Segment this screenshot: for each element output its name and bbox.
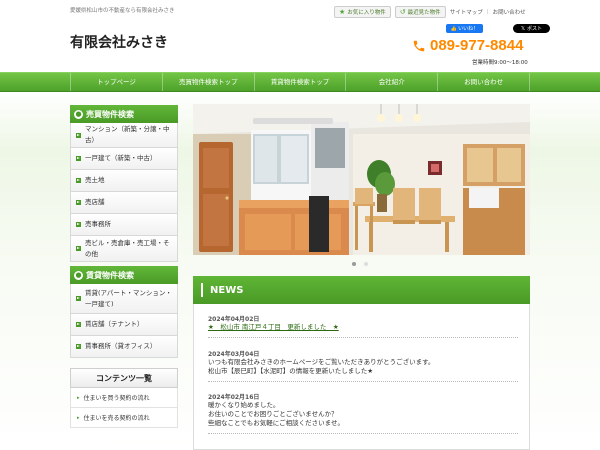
sidebar-item-house[interactable]: 一戸建て（新築・中古）	[70, 148, 178, 170]
news-item: 2024年03月04日 いつも有限会社みさきのホームページをご覧いただきありがと…	[208, 349, 518, 382]
favorites-button[interactable]: ★ お気に入り物件	[334, 6, 391, 18]
sitemap-link[interactable]: サイトマップ	[450, 8, 483, 16]
news-link[interactable]: ★ 松山市 南江戸４丁目 更新しました ★	[208, 323, 518, 332]
arrow-icon	[76, 156, 81, 161]
main-nav: トップページ 売買物件検索トップ 賃貸物件検索トップ 会社紹介 お問い合わせ	[0, 72, 600, 92]
sidebar-item-label: マンション（新築・分譲・中古）	[85, 125, 170, 144]
sidebar-item-label: 売事務所	[85, 220, 111, 228]
site-tagline: 愛媛県松山市の不動産なら有限会社みさき	[70, 8, 175, 14]
recent-button[interactable]: ↺ 最近見た物件	[394, 6, 446, 18]
news-title: NEWS	[210, 284, 244, 296]
arrow-icon	[76, 296, 81, 301]
arrow-icon	[76, 132, 81, 138]
phone-number[interactable]: 089-977-8844	[412, 37, 523, 54]
sidebar-item-building[interactable]: 売ビル・売倉庫・売工場・その他	[70, 236, 178, 262]
contact-link[interactable]: お問い合わせ	[493, 8, 526, 16]
nav-company[interactable]: 会社紹介	[345, 73, 437, 91]
rent-search-title: 賃貸物件検索	[86, 270, 134, 280]
rent-search-header: ● 賃貸物件検索	[70, 266, 178, 284]
sidebar-item-label: 賃店舗（テナント）	[85, 320, 144, 328]
social-buttons: 👍 いいね！ 𝕏 ポスト	[446, 24, 550, 33]
recent-label: 最近見た物件	[407, 10, 441, 16]
nav-rent-search[interactable]: 賃貸物件検索トップ	[253, 73, 346, 91]
slider-dot-active[interactable]	[352, 262, 356, 266]
news-text: 松山市【辰巳町】【水泥町】の情報を更新いたしました★	[208, 367, 374, 375]
hero-slider-image[interactable]	[193, 104, 530, 255]
sidebar-item-rental-housing[interactable]: 賃貸(アパート・マンション・一戸建て)	[70, 284, 178, 314]
arrow-icon	[76, 322, 81, 327]
news-header: NEWS	[193, 276, 530, 304]
arrow-icon	[76, 246, 81, 251]
arrow-icon	[76, 200, 81, 205]
sidebar-item-label: 賃貸(アパート・マンション・一戸建て)	[85, 288, 172, 308]
arrow-icon	[76, 178, 81, 183]
nav-top[interactable]: トップページ	[70, 73, 162, 91]
site-logo[interactable]: 有限会社みさき	[70, 32, 168, 52]
contents-header: コンテンツ一覧	[70, 368, 178, 388]
contents-item-label: 住まいを売る契約の流れ	[83, 415, 150, 422]
news-divider	[208, 381, 518, 382]
sale-search-header: ● 売買物件検索	[70, 105, 178, 123]
news-text: 些細なことでもお気軽にご相談くださいませ。	[208, 419, 344, 427]
news-date: 2024年02月16日	[208, 394, 260, 401]
search-icon: ●	[74, 109, 83, 119]
news-text: お住いのことでお困りごとございませんか？	[208, 410, 338, 418]
contents-item-buy-flow[interactable]: ▸ 住まいを買う契約の流れ	[70, 388, 178, 408]
news-item: 2024年04月02日 ★ 松山市 南江戸４丁目 更新しました ★	[208, 314, 518, 338]
news-divider	[208, 433, 518, 434]
chevron-right-icon: ▸	[77, 394, 80, 401]
facebook-like-button[interactable]: 👍 いいね！	[446, 24, 483, 33]
news-list: 2024年04月02日 ★ 松山市 南江戸４丁目 更新しました ★ 2024年0…	[193, 304, 530, 450]
x-post-label: ポスト	[527, 26, 543, 32]
news-text: いつも有限会社みさきのホームページをご覧いただきありがとうございます。	[208, 358, 435, 366]
x-icon: 𝕏	[520, 25, 525, 32]
contents-item-label: 住まいを買う契約の流れ	[83, 395, 150, 402]
sidebar-item-rental-store[interactable]: 賃店舗（テナント）	[70, 314, 178, 336]
contents-item-sell-flow[interactable]: ▸ 住まいを売る契約の流れ	[70, 408, 178, 428]
thumbs-up-icon: 👍	[450, 25, 458, 32]
chevron-right-icon: ▸	[77, 414, 80, 421]
phone-text: 089-977-8844	[430, 37, 524, 54]
x-post-button[interactable]: 𝕏 ポスト	[513, 24, 550, 33]
slider-dots	[352, 262, 368, 266]
sidebar-item-rental-office[interactable]: 賃事務所（貸オフィス）	[70, 336, 178, 358]
sidebar-item-store[interactable]: 売店舗	[70, 192, 178, 214]
arrow-icon	[76, 344, 81, 349]
sale-search-title: 売買物件検索	[86, 109, 134, 119]
slider-dot[interactable]	[364, 262, 368, 266]
news-text: 暖かくなり始めました。	[208, 401, 280, 409]
phone-icon	[413, 40, 425, 51]
fb-like-label: いいね！	[458, 26, 479, 32]
arrow-icon	[76, 222, 81, 227]
news-divider	[208, 337, 518, 338]
news-date: 2024年04月02日	[208, 316, 260, 323]
sidebar-item-office[interactable]: 売事務所	[70, 214, 178, 236]
news-date: 2024年03月04日	[208, 351, 260, 358]
interior-photo	[193, 104, 530, 255]
business-hours: 営業時間9:00～18:00	[472, 60, 528, 66]
star-icon: ★	[339, 8, 346, 16]
sidebar-item-label: 売店舗	[85, 198, 105, 206]
sidebar-item-land[interactable]: 売土地	[70, 170, 178, 192]
sidebar-item-label: 売土地	[85, 176, 105, 184]
top-links: ★ お気に入り物件 ↺ 最近見た物件 サイトマップ | お問い合わせ	[334, 6, 526, 18]
search-icon: ●	[74, 270, 83, 280]
sidebar: ● 売買物件検索 マンション（新築・分譲・中古） 一戸建て（新築・中古） 売土地…	[70, 105, 178, 428]
news-header-bar	[201, 283, 203, 297]
sidebar-item-label: 売ビル・売倉庫・売工場・その他	[85, 238, 170, 258]
sidebar-item-label: 一戸建て（新築・中古）	[85, 154, 157, 162]
news-item: 2024年02月16日 暖かくなり始めました。 お住いのことでお困りごとございま…	[208, 392, 518, 434]
divider: |	[486, 9, 489, 15]
nav-sale-search[interactable]: 売買物件検索トップ	[161, 73, 254, 91]
history-icon: ↺	[399, 8, 406, 16]
nav-contact[interactable]: お問い合わせ	[437, 73, 530, 91]
favorites-label: お気に入り物件	[347, 10, 386, 16]
sidebar-item-mansion[interactable]: マンション（新築・分譲・中古）	[70, 123, 178, 148]
sidebar-item-label: 賃事務所（貸オフィス）	[85, 342, 157, 350]
